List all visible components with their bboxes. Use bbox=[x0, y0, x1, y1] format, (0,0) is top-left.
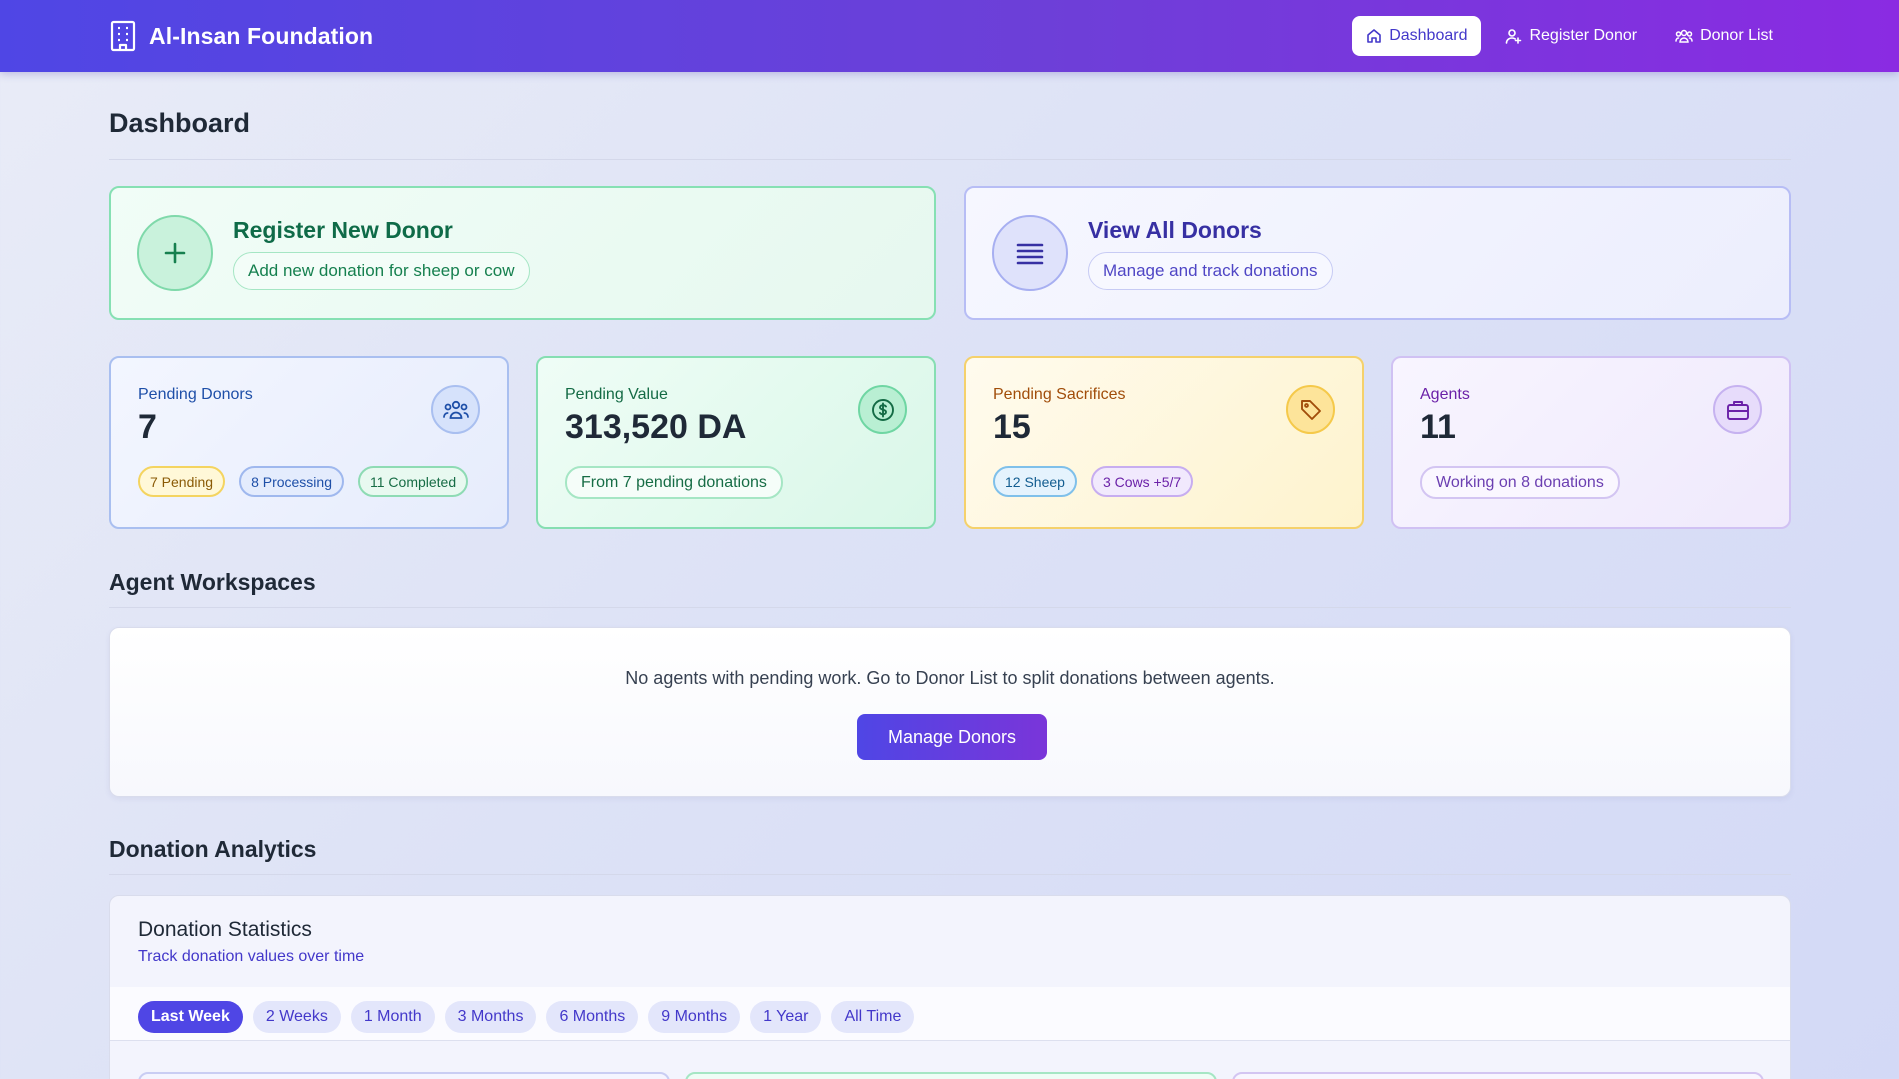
processing-badge: 8 Processing bbox=[239, 466, 344, 497]
nav-donor-list-label: Donor List bbox=[1700, 27, 1773, 44]
plus-icon bbox=[137, 215, 213, 291]
register-card-subtitle: Add new donation for sheep or cow bbox=[233, 251, 530, 290]
sheep-badge: 12 Sheep bbox=[993, 466, 1077, 497]
analytics-summary-card bbox=[685, 1072, 1217, 1079]
cows-badge: 3 Cows +5/7 bbox=[1090, 466, 1194, 497]
pending-value-card: Pending Value 313,520 DA From 7 pending … bbox=[536, 356, 936, 529]
statistics-subtitle: Track donation values over time bbox=[138, 948, 365, 965]
agents-card: Agents 11 Working on 8 donations bbox=[1391, 356, 1791, 529]
range-1-month[interactable]: 1 Month bbox=[350, 1001, 435, 1033]
range-9-months[interactable]: 9 Months bbox=[648, 1001, 741, 1033]
app-title: Al-Insan Foundation bbox=[149, 22, 374, 49]
pending-sacrifices-card: Pending Sacrifices 15 12 Sheep 3 Cows +5… bbox=[964, 356, 1364, 529]
analytics-summary-card bbox=[138, 1072, 670, 1079]
divider bbox=[109, 874, 1791, 875]
building-icon bbox=[109, 20, 137, 52]
view-donors-card[interactable]: View All Donors Manage and track donatio… bbox=[964, 186, 1791, 320]
agents-working-note: Working on 8 donations bbox=[1420, 466, 1620, 499]
nav-dashboard[interactable]: Dashboard bbox=[1352, 16, 1482, 56]
range-all-time[interactable]: All Time bbox=[831, 1001, 915, 1033]
page-title: Dashboard bbox=[109, 108, 251, 138]
completed-badge: 11 Completed bbox=[358, 466, 469, 497]
range-6-months[interactable]: 6 Months bbox=[546, 1001, 639, 1033]
manage-donors-button[interactable]: Manage Donors bbox=[857, 714, 1047, 760]
range-last-week[interactable]: Last Week bbox=[138, 1001, 243, 1033]
nav-dashboard-label: Dashboard bbox=[1389, 27, 1468, 44]
nav-register-label: Register Donor bbox=[1529, 27, 1638, 44]
range-1-year[interactable]: 1 Year bbox=[750, 1001, 822, 1033]
value-note: From 7 pending donations bbox=[565, 466, 783, 499]
range-3-months[interactable]: 3 Months bbox=[444, 1001, 537, 1033]
register-donor-card[interactable]: Register New Donor Add new donation for … bbox=[109, 186, 936, 320]
empty-state-message: No agents with pending work. Go to Donor… bbox=[625, 668, 1275, 688]
nav-register-donor[interactable]: Register Donor bbox=[1491, 16, 1651, 56]
analytics-summary-card bbox=[1232, 1072, 1764, 1079]
range-2-weeks[interactable]: 2 Weeks bbox=[252, 1001, 341, 1033]
agents-note: Working on 8 donations bbox=[1420, 466, 1620, 499]
pending-badge: 7 Pending bbox=[138, 466, 226, 497]
register-card-title: Register New Donor bbox=[233, 216, 453, 243]
briefcase-icon bbox=[1713, 385, 1762, 434]
home-icon bbox=[1366, 28, 1382, 44]
agent-workspaces-panel: No agents with pending work. Go to Donor… bbox=[109, 627, 1791, 797]
users-icon bbox=[1675, 28, 1693, 44]
divider bbox=[109, 607, 1791, 608]
pending-donations-note: From 7 pending donations bbox=[565, 466, 783, 499]
status-badges: 7 Pending 8 Processing 11 Completed bbox=[138, 466, 469, 497]
view-card-title: View All Donors bbox=[1088, 216, 1262, 243]
tag-icon bbox=[1286, 385, 1335, 434]
time-range-pills: Last Week 2 Weeks 1 Month 3 Months 6 Mon… bbox=[138, 1001, 915, 1033]
donation-statistics-card: Donation Statistics Track donation value… bbox=[109, 895, 1791, 1079]
time-range-bar: Last Week 2 Weeks 1 Month 3 Months 6 Mon… bbox=[110, 987, 1790, 1041]
brand[interactable]: Al-Insan Foundation bbox=[109, 18, 373, 54]
users-group-icon bbox=[431, 385, 480, 434]
sacrifice-badges: 12 Sheep 3 Cows +5/7 bbox=[993, 466, 1194, 497]
list-icon bbox=[992, 215, 1068, 291]
top-navbar: Al-Insan Foundation Dashboard Register D… bbox=[0, 0, 1899, 72]
divider bbox=[109, 159, 1791, 160]
agent-workspaces-title: Agent Workspaces bbox=[109, 569, 316, 595]
nav-links: Dashboard Register Donor Donor List bbox=[1352, 16, 1787, 56]
nav-donor-list[interactable]: Donor List bbox=[1661, 16, 1787, 56]
view-card-subtitle: Manage and track donations bbox=[1088, 251, 1333, 290]
user-plus-icon bbox=[1505, 28, 1522, 45]
statistics-title: Donation Statistics bbox=[138, 918, 312, 941]
donation-analytics-title: Donation Analytics bbox=[109, 836, 317, 862]
pending-donors-card: Pending Donors 7 7 Pending 8 Processing … bbox=[109, 356, 509, 529]
dollar-circle-icon bbox=[858, 385, 907, 434]
